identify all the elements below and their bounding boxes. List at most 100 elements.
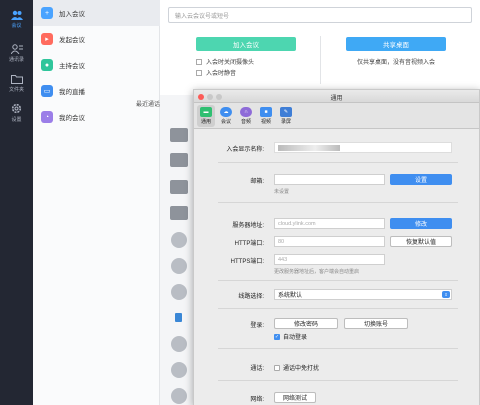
gear-icon [11, 103, 22, 114]
device-icon[interactable] [171, 232, 187, 248]
tab-meeting[interactable]: ☁ 会议 [217, 105, 235, 127]
join-meeting-button[interactable]: 加入会议 [196, 37, 296, 51]
menu-item-label: 加入会议 [59, 11, 85, 18]
https-port-field[interactable]: 443 [274, 254, 385, 265]
checkbox-checked[interactable]: ✓ [274, 333, 280, 340]
dnd-option[interactable]: 通话中免打扰 [274, 363, 319, 372]
divider [218, 380, 458, 381]
auto-login-option[interactable]: ✓ 自动登录 [274, 332, 307, 341]
device-icon[interactable] [170, 128, 188, 142]
server-field[interactable]: cloud.ylink.com [274, 218, 385, 229]
host-icon: ● [41, 59, 53, 71]
device-icon[interactable] [170, 153, 188, 167]
settings-toolbar: ▬ 通用 ☁ 会议 ∩ 音频 ■ 视频 ✎ 录屏 [194, 103, 479, 129]
login-label: 登录: [250, 323, 264, 329]
chevron-updown-icon: ⇕ [442, 291, 450, 298]
option-label: 入会时静音 [206, 71, 237, 77]
server-label: 服务器地址: [232, 223, 264, 229]
switch-account-button[interactable]: 切换账号 [344, 318, 408, 329]
contacts-icon [10, 43, 23, 54]
rail-item-contacts[interactable]: 通讯录 [0, 40, 33, 66]
email-field[interactable] [274, 174, 385, 185]
http-port-field[interactable]: 80 [274, 236, 385, 247]
rail-item-label: 文件夹 [8, 86, 24, 93]
server-edit-button[interactable]: 修改 [390, 218, 452, 229]
display-name-label: 入会显示名称: [226, 147, 264, 153]
tab-label: 视频 [260, 119, 271, 125]
divider [218, 348, 458, 349]
rail-item-meeting[interactable]: 会议 [0, 6, 33, 32]
general-icon: ▬ [200, 107, 212, 117]
option-label: 入会时关闭摄像头 [206, 60, 255, 66]
rail-item-label: 会议 [11, 22, 22, 29]
checkbox[interactable] [274, 364, 280, 371]
tab-label: 会议 [220, 119, 231, 125]
route-value: 系统默认 [278, 293, 303, 299]
tab-label: 通用 [200, 119, 211, 125]
divider [218, 202, 458, 203]
route-select[interactable]: 系统默认 ⇕ [274, 289, 452, 300]
mute-option[interactable]: 入会时静音 [196, 68, 236, 77]
menu-item-join[interactable]: + 加入会议 [33, 0, 160, 26]
display-name-field[interactable] [274, 142, 452, 153]
tab-label: 音频 [240, 119, 251, 125]
dialog-titlebar: 通用 [194, 90, 479, 103]
recent-calls-heading: 最近通话 [136, 102, 161, 108]
checkbox[interactable] [196, 58, 202, 65]
tab-audio[interactable]: ∩ 音频 [237, 105, 255, 127]
divider [218, 280, 458, 281]
http-port-label: HTTP端口: [234, 241, 264, 247]
checkbox[interactable] [196, 69, 202, 76]
dnd-label: 通话中免打扰 [283, 366, 320, 372]
menu-item-label: 我的会议 [59, 115, 85, 122]
divider [320, 36, 321, 84]
cloud-icon: ☁ [220, 107, 232, 117]
phone-icon[interactable] [175, 313, 182, 322]
restore-default-button[interactable]: 恢复默认值 [390, 236, 452, 247]
camera-off-option[interactable]: 入会时关闭摄像头 [196, 57, 254, 66]
call-label: 通话: [250, 366, 264, 372]
left-rail: 会议 通讯录 文件夹 设置 [0, 0, 33, 405]
device-icon[interactable] [170, 180, 188, 194]
tab-label: 录屏 [280, 119, 291, 125]
rail-item-label: 设置 [11, 117, 22, 123]
rail-item-files[interactable]: 文件夹 [0, 70, 33, 96]
device-icon[interactable] [171, 388, 187, 404]
email-set-button[interactable]: 设置 [390, 174, 452, 185]
menu-item-label: 主持会议 [59, 63, 85, 70]
menu-item-host[interactable]: ● 主持会议 [33, 52, 160, 78]
https-port-label: HTTPS端口: [230, 259, 264, 265]
tab-video[interactable]: ■ 视频 [257, 105, 275, 127]
route-label: 线路选择: [238, 294, 264, 300]
join-panel: 输入云会议号或短号 加入会议 共享桌面 入会时关闭摄像头 入会时静音 仅共享桌面… [160, 0, 480, 95]
meeting-id-input[interactable]: 输入云会议号或短号 [168, 7, 472, 23]
divider [218, 162, 458, 163]
avatar[interactable] [171, 284, 187, 300]
change-password-button[interactable]: 修改密码 [274, 318, 338, 329]
dialog-title: 通用 [330, 96, 343, 102]
divider [218, 308, 458, 309]
plus-icon: + [41, 7, 53, 19]
tab-general[interactable]: ▬ 通用 [197, 105, 215, 127]
menu-item-start[interactable]: ▸ 发起会议 [33, 26, 160, 52]
cloud-icon[interactable] [171, 336, 187, 352]
share-tip: 仅共享桌面，没有音视频入会 [356, 60, 435, 66]
share-desktop-button[interactable]: 共享桌面 [346, 37, 446, 51]
network-test-button[interactable]: 网络测试 [274, 392, 316, 403]
folder-icon [10, 74, 23, 84]
menu-item-label: 发起会议 [59, 37, 85, 44]
headset-icon: ∩ [240, 107, 252, 117]
avatar[interactable] [171, 258, 187, 274]
general-settings: 入会显示名称: 邮箱: 设置 未设置 服务器地址: cloud.ylink.co… [194, 130, 479, 405]
rail-item-settings[interactable]: 设置 [0, 100, 33, 126]
tab-record[interactable]: ✎ 录屏 [277, 105, 295, 127]
email-hint: 未设置 [274, 189, 290, 195]
meeting-menu: + 加入会议 ▸ 发起会议 ● 主持会议 ▭ 我的直播 ◔ 我的会议 [33, 0, 160, 405]
pen-icon: ✎ [280, 107, 292, 117]
auto-login-label: 自动登录 [283, 335, 308, 341]
network-label: 网络: [250, 397, 264, 403]
redacted-name [278, 144, 340, 151]
device-icon[interactable] [171, 362, 187, 378]
device-icon[interactable] [170, 206, 188, 220]
rail-item-label: 通讯录 [8, 56, 24, 63]
